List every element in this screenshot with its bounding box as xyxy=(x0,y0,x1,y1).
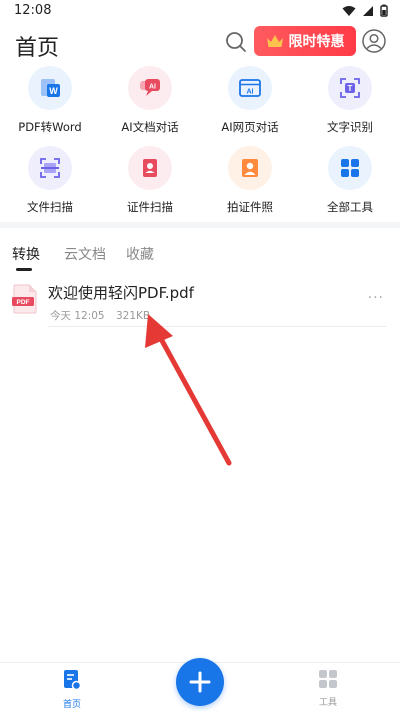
tool-label: 文字识别 xyxy=(327,120,373,134)
promo-label: 限时特惠 xyxy=(288,34,345,50)
tab-cloud-docs[interactable]: 云文档 xyxy=(64,244,106,264)
avatar-icon[interactable] xyxy=(362,29,386,53)
file-name: 欢迎使用轻闪PDF.pdf xyxy=(48,284,194,302)
status-bar: 12:08 xyxy=(0,0,400,22)
svg-text:AI: AI xyxy=(247,89,254,96)
add-button[interactable] xyxy=(176,658,224,706)
page-title: 首页 xyxy=(15,36,60,61)
file-date: 今天 12:05 xyxy=(50,310,105,322)
id-scan-icon xyxy=(128,146,172,190)
tool-label: AI文档对话 xyxy=(121,120,179,134)
tab-favorites[interactable]: 收藏 xyxy=(126,244,154,264)
status-icons xyxy=(342,4,388,17)
nav-home[interactable]: 首页 xyxy=(42,669,102,710)
list-item[interactable]: PDF 欢迎使用轻闪PDF.pdf 今天 12:05 321KB ··· xyxy=(0,278,400,328)
tab-convert[interactable]: 转换 xyxy=(12,244,40,264)
scan-icon xyxy=(28,146,72,190)
tool-label: 文件扫描 xyxy=(27,200,73,214)
section-divider xyxy=(0,222,400,228)
crown-icon xyxy=(266,35,283,47)
document-tabs: 转换 云文档 收藏 xyxy=(0,244,400,272)
tool-text-recognition[interactable]: T 文字识别 xyxy=(305,66,395,135)
svg-text:T: T xyxy=(348,84,353,93)
svg-text:PDF: PDF xyxy=(17,299,30,306)
svg-text:AI: AI xyxy=(149,84,156,91)
tool-label: 全部工具 xyxy=(327,200,373,214)
nav-tools[interactable]: 工具 xyxy=(298,669,358,708)
tool-ai-chat[interactable]: AI AI文档对话 xyxy=(105,66,195,135)
promo-button[interactable]: 限时特惠 xyxy=(254,26,356,56)
tool-id-photo[interactable]: 拍证件照 xyxy=(205,146,295,215)
svg-text:W: W xyxy=(49,86,58,96)
battery-icon xyxy=(380,4,388,17)
pdf-file-icon: PDF xyxy=(12,284,37,314)
tool-pdf-to-word[interactable]: W PDF转Word xyxy=(5,66,95,135)
tool-ai-web[interactable]: AI AI网页对话 xyxy=(205,66,295,135)
nav-tools-label: 工具 xyxy=(318,698,337,708)
tool-file-scan[interactable]: 文件扫描 xyxy=(5,146,95,215)
status-time: 12:08 xyxy=(14,3,52,18)
list-separator xyxy=(48,326,386,327)
file-meta: 今天 12:05 321KB xyxy=(50,308,158,323)
more-options-icon[interactable]: ··· xyxy=(368,290,384,306)
signal-icon xyxy=(363,5,373,16)
tool-label: 拍证件照 xyxy=(227,200,273,214)
nav-home-label: 首页 xyxy=(62,700,81,710)
search-icon[interactable] xyxy=(224,30,248,54)
text-recognition-icon: T xyxy=(328,66,372,110)
tool-label: PDF转Word xyxy=(18,120,82,134)
plus-icon xyxy=(189,671,211,693)
ai-chat-icon: AI xyxy=(128,66,172,110)
tool-label: 证件扫描 xyxy=(127,200,173,214)
tool-label: AI网页对话 xyxy=(221,120,279,134)
ai-web-icon: AI xyxy=(228,66,272,110)
pdf-to-word-icon: W xyxy=(28,66,72,110)
tool-all-tools[interactable]: 全部工具 xyxy=(305,146,395,215)
wifi-icon xyxy=(342,5,356,16)
tab-indicator xyxy=(16,268,32,271)
file-size: 321KB xyxy=(115,310,151,322)
id-photo-icon xyxy=(228,146,272,190)
all-tools-icon xyxy=(328,146,372,190)
app-header: 首页 限时特惠 xyxy=(0,24,400,64)
grid-icon xyxy=(319,670,337,688)
home-doc-icon xyxy=(64,670,82,691)
tool-id-scan[interactable]: 证件扫描 xyxy=(105,146,195,215)
